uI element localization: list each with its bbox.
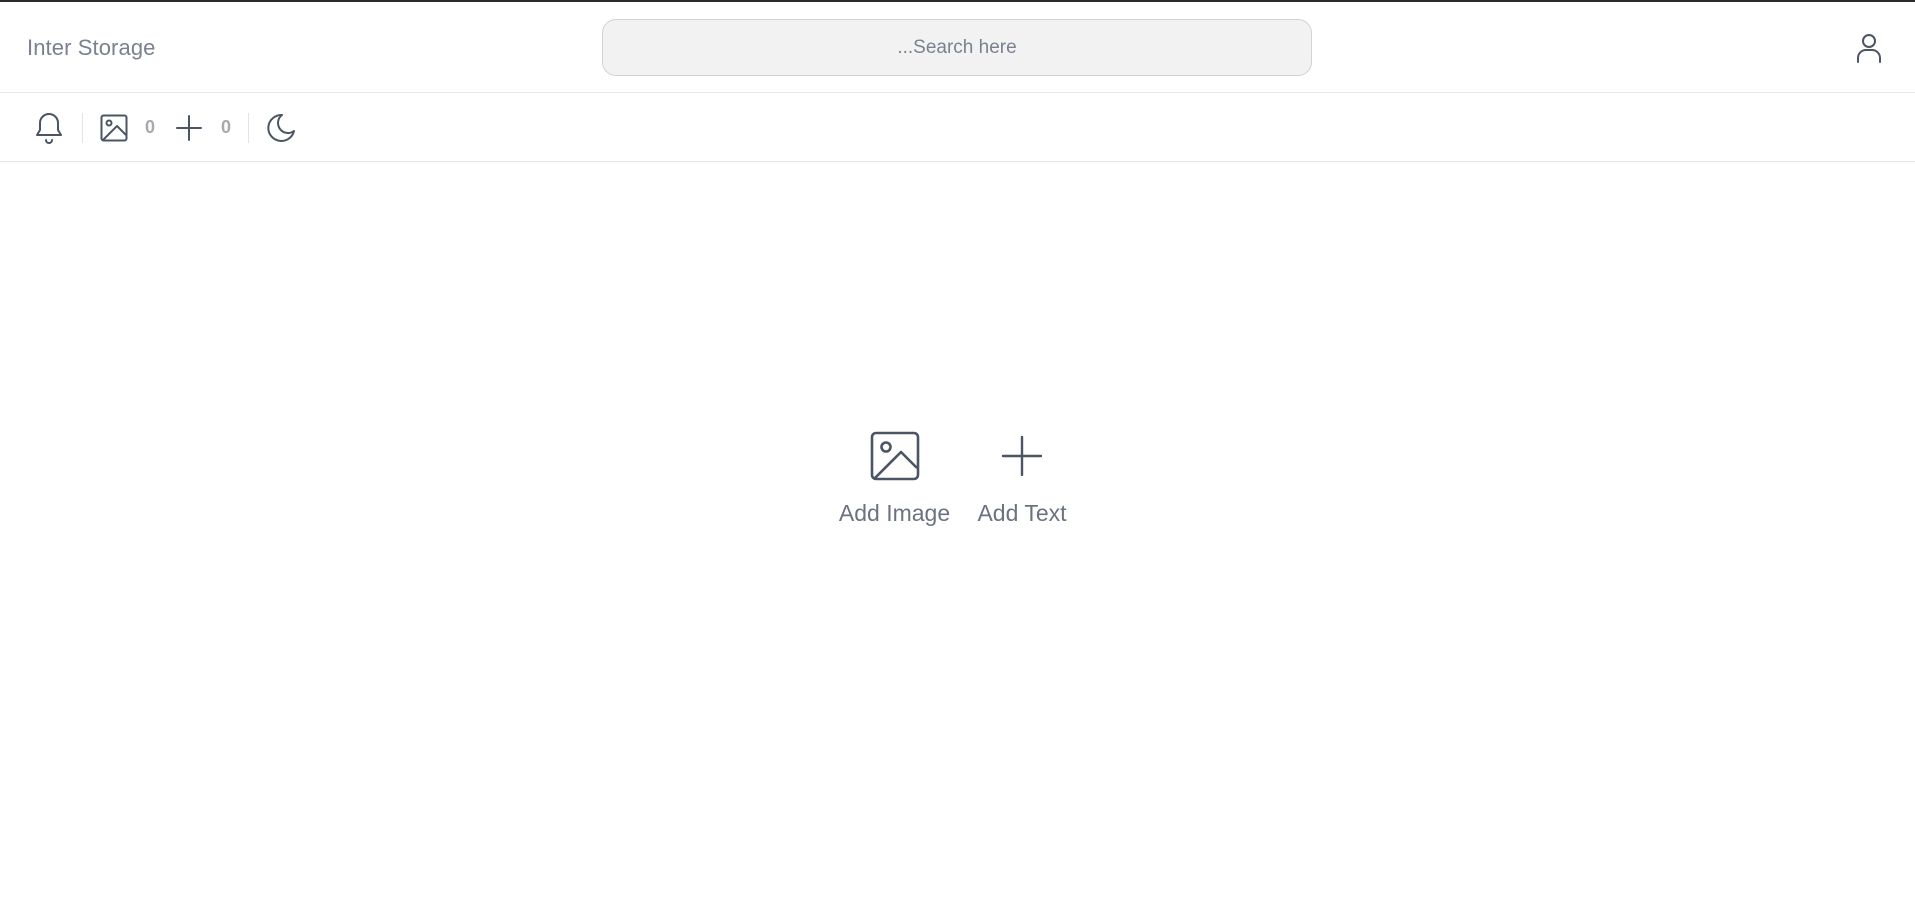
add-image-button[interactable]: Add Image: [836, 430, 953, 527]
image-icon: [100, 114, 128, 142]
toolbar-divider: [248, 113, 249, 143]
images-button[interactable]: [99, 113, 129, 143]
user-account-button[interactable]: [1852, 30, 1886, 66]
plus-icon: [176, 115, 202, 141]
search-input[interactable]: [602, 19, 1312, 76]
user-icon: [1857, 34, 1881, 63]
bell-icon: [36, 113, 62, 144]
moon-icon: [267, 113, 295, 142]
add-text-button[interactable]: Add Text: [974, 430, 1070, 527]
empty-state-actions: Add Image Add Text: [836, 430, 1086, 550]
image-icon: [870, 431, 919, 481]
texts-count: 0: [221, 117, 232, 137]
theme-toggle-button[interactable]: [264, 111, 298, 145]
brand-title: Inter Storage: [27, 35, 156, 60]
texts-button[interactable]: [174, 113, 204, 143]
notifications-button[interactable]: [32, 109, 66, 147]
app-header: Inter Storage: [0, 2, 1915, 93]
plus-icon: [1001, 435, 1043, 477]
toolbar: 0 0: [0, 93, 1915, 162]
toolbar-divider: [82, 113, 83, 143]
add-image-label: Add Image: [838, 500, 951, 526]
add-text-label: Add Text: [977, 500, 1067, 526]
images-count: 0: [145, 117, 156, 137]
